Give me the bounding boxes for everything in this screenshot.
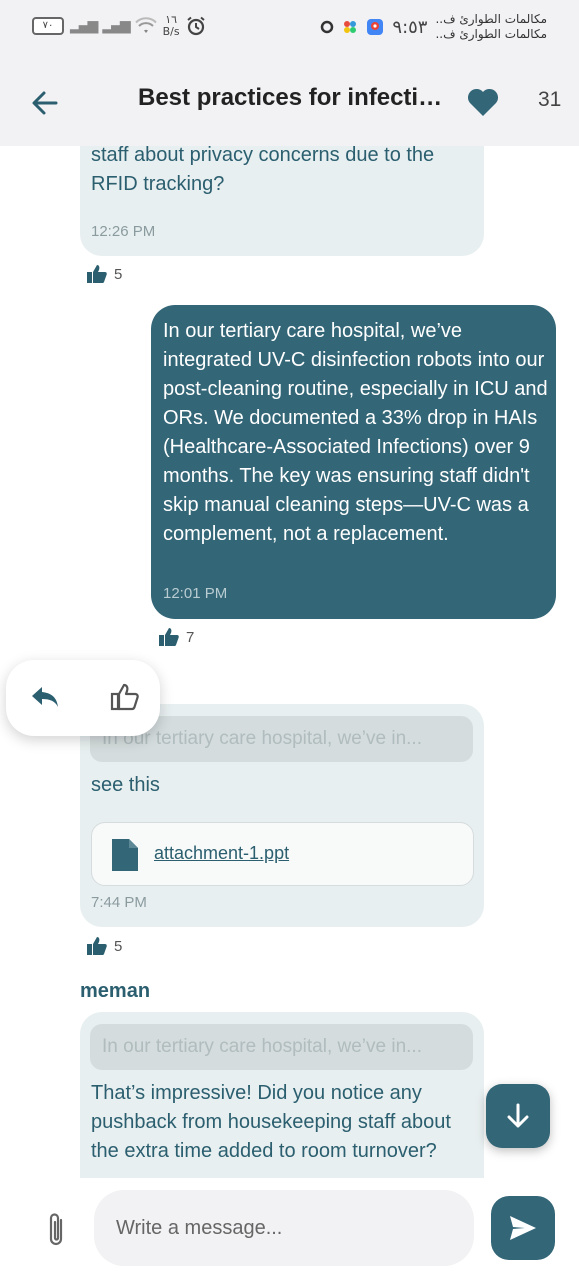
reply-icon[interactable] — [30, 684, 60, 710]
reaction-number: 7 — [186, 628, 195, 646]
net-speed-unit: B/s — [162, 25, 180, 38]
quoted-message[interactable]: In our tertiary care hospital, we’ve in.… — [90, 1024, 473, 1070]
reaction-count[interactable]: 5 — [86, 264, 122, 284]
attachment-link[interactable]: attachment-1.ppt — [154, 843, 289, 864]
status-right: ٩:٥٣ مكالمات الطوارئ ف.. مكالمات الطوارئ… — [320, 12, 547, 42]
arrow-down-icon — [507, 1103, 529, 1128]
notification-line-1: مكالمات الطوارئ ف.. — [435, 12, 547, 26]
signal-icon-2: ▂▄▆ — [102, 18, 130, 34]
app-bar: Best practices for infection control 31 — [0, 60, 579, 146]
message-bubble[interactable]: In our tertiary care hospital, we’ve in.… — [80, 1012, 484, 1178]
thumbs-up-icon — [87, 937, 107, 955]
likes-count: 31 — [538, 88, 562, 111]
alarm-icon — [186, 16, 205, 36]
net-speed: ١٦ B/s — [163, 14, 180, 38]
arrow-left-icon[interactable] — [28, 86, 62, 120]
notification-text: مكالمات الطوارئ ف.. مكالمات الطوارئ ف.. — [435, 12, 547, 42]
thumbs-up-icon — [159, 628, 179, 646]
clock: ٩:٥٣ — [392, 16, 428, 38]
message-text: see this — [91, 774, 160, 796]
message-input[interactable] — [94, 1190, 474, 1266]
message-time: 7:44 PM — [91, 894, 147, 911]
battery-icon: ٧٠ — [32, 17, 64, 35]
reaction-count[interactable]: 7 — [158, 627, 194, 647]
reaction-count[interactable]: 5 — [86, 936, 122, 956]
thumbs-up-icon — [87, 265, 107, 283]
attachment-card[interactable]: attachment-1.ppt — [91, 822, 474, 886]
reaction-number: 5 — [114, 265, 123, 283]
message-bubble-own[interactable]: In our tertiary care hospital, we’ve int… — [151, 305, 556, 619]
message-bubble[interactable]: In our tertiary care hospital, we’ve in.… — [80, 704, 484, 927]
circle-icon — [321, 20, 334, 34]
notification-line-2: مكالمات الطوارئ ف.. — [435, 27, 547, 41]
message-bubble[interactable]: interesting approach. Any pushback from … — [80, 146, 484, 256]
send-button[interactable] — [491, 1196, 555, 1260]
message-text: That’s impressive! Did you notice any pu… — [91, 1082, 451, 1162]
message-composer — [0, 1178, 579, 1280]
page-title: Best practices for infection control — [138, 84, 448, 111]
file-icon — [112, 839, 138, 871]
wifi-icon — [134, 17, 157, 33]
message-time: 12:26 PM — [91, 223, 156, 240]
send-icon — [510, 1216, 536, 1240]
thumbs-up-outline-icon[interactable] — [110, 682, 140, 712]
scroll-to-bottom-button[interactable] — [486, 1084, 550, 1148]
app-icon — [344, 21, 357, 33]
paperclip-icon[interactable] — [42, 1210, 70, 1250]
message-text: In our tertiary care hospital, we’ve int… — [163, 320, 548, 545]
reaction-number: 5 — [114, 937, 123, 955]
message-actions-popup — [6, 660, 160, 736]
sender-name[interactable]: meman — [80, 980, 150, 1003]
status-bar: ٧٠ ▂▄▆ ▂▄▆ ١٦ B/s ٩:٥٣ مكالمات الطوارئ ف… — [0, 0, 579, 60]
message-text: interesting approach. Any pushback from … — [91, 146, 435, 195]
maps-icon — [367, 19, 384, 35]
heart-icon[interactable] — [466, 86, 500, 118]
message-time: 12:01 PM — [163, 585, 228, 602]
signal-icon: ▂▄▆ — [70, 18, 98, 34]
status-left: ٧٠ ▂▄▆ ▂▄▆ ١٦ B/s — [32, 14, 206, 38]
